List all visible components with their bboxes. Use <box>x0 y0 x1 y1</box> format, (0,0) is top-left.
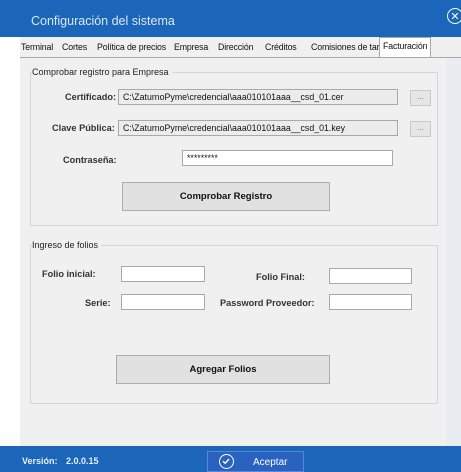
tab-direccion[interactable]: Dirección <box>218 40 253 56</box>
folios-group-title: Ingreso de folios <box>32 240 102 250</box>
tab-politica-de-precios[interactable]: Política de precios <box>97 40 166 56</box>
clave-browse-button[interactable]: ... <box>410 121 431 137</box>
folio-inicial-input[interactable] <box>121 266 205 282</box>
serie-label: Serie: <box>85 298 111 308</box>
facturacion-panel: Comprobar registro para Empresa Certific… <box>20 58 446 446</box>
tab-creditos[interactable]: Créditos <box>265 40 297 56</box>
title-bar: Configuración del sistema ✕ <box>0 0 461 37</box>
tab-strip: Terminal Cortes Política de precios Empr… <box>20 37 461 58</box>
window-title: Configuración del sistema <box>31 14 175 28</box>
comprobar-group-title: Comprobar registro para Empresa <box>32 67 172 77</box>
check-circle-icon <box>219 454 234 469</box>
aceptar-label: Aceptar <box>253 457 288 468</box>
version-label: Versión: <box>22 456 58 466</box>
side-strip <box>446 58 461 446</box>
aceptar-button[interactable]: Aceptar <box>207 451 304 472</box>
certificado-label: Certificado: <box>65 92 117 102</box>
version-value: 2.0.0.15 <box>66 456 99 466</box>
certificado-field[interactable]: C:\ZaturnoPyme\credencial\aaa010101aaa__… <box>118 89 398 105</box>
folio-inicial-label: Folio inicial: <box>42 269 96 279</box>
contrasena-label: Contraseña: <box>63 155 117 165</box>
clave-publica-field[interactable]: C:\ZaturnoPyme\credencial\aaa010101aaa__… <box>118 120 398 136</box>
serie-input[interactable] <box>121 294 205 310</box>
password-proveedor-input[interactable] <box>329 294 412 310</box>
tab-cortes[interactable]: Cortes <box>62 40 87 56</box>
comprobar-registro-button[interactable]: Comprobar Registro <box>122 182 330 211</box>
clave-publica-label: Clave Pública: <box>52 123 115 133</box>
footer-bar: Versión: 2.0.0.15 Aceptar <box>0 446 461 472</box>
tab-empresa[interactable]: Empresa <box>174 40 208 56</box>
folio-final-input[interactable] <box>329 268 412 284</box>
password-proveedor-label: Password Proveedor: <box>220 298 315 308</box>
folio-final-label: Folio Final: <box>256 272 305 282</box>
close-icon[interactable]: ✕ <box>447 8 461 24</box>
contrasena-field[interactable]: ********* <box>182 150 393 166</box>
tab-facturacion[interactable]: Facturación <box>379 37 432 57</box>
agregar-folios-button[interactable]: Agregar Folios <box>116 355 330 384</box>
config-window: Configuración del sistema ✕ Terminal Cor… <box>0 0 461 472</box>
tab-terminal[interactable]: Terminal <box>21 40 53 56</box>
certificado-browse-button[interactable]: ... <box>410 90 431 106</box>
